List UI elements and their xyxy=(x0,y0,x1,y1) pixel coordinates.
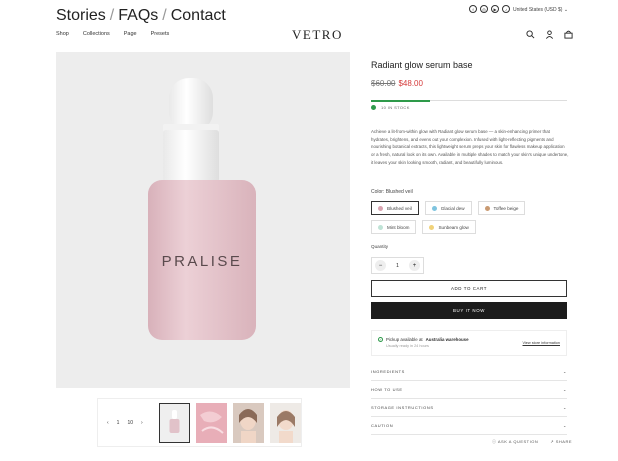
chevron-down-icon: ⌄ xyxy=(563,369,567,374)
nav-collections[interactable]: Collections xyxy=(83,31,110,37)
main-nav: Shop Collections Page Presets xyxy=(56,31,169,37)
add-to-cart-button[interactable]: ADD TO CART xyxy=(371,280,567,297)
bottle-label: PRALISE xyxy=(162,253,243,270)
minus-button[interactable]: − xyxy=(375,260,386,271)
stock-progress-fill xyxy=(371,99,430,102)
question-icon: ⓘ xyxy=(492,439,497,444)
color-swatches: Blushed veil Glacial dew Toffee beige Mi… xyxy=(371,201,569,234)
nav-page[interactable]: Page xyxy=(124,31,137,37)
top-links: Stories / FAQs / Contact xyxy=(56,7,226,25)
buy-now-button[interactable]: BUY IT NOW xyxy=(371,302,567,319)
social-icons: f ◎ ▶ ♪ xyxy=(469,5,510,13)
swatch-label: Glacial dew xyxy=(440,205,465,211)
swatch-color-icon xyxy=(431,205,437,211)
chevron-down-icon: ⌄ xyxy=(563,405,567,410)
accordion-caution[interactable]: CAUTION ⌄ xyxy=(371,417,567,435)
share-icon: ↗ xyxy=(550,439,555,444)
serum-bottle-image: PRALISE xyxy=(148,78,256,340)
accordion-label: HOW TO USE xyxy=(371,387,403,392)
ask-question-label: ASK A QUESTION xyxy=(497,439,539,444)
plus-button[interactable]: + xyxy=(409,260,420,271)
thumbnail-model-image xyxy=(233,402,264,443)
chevron-down-icon: ⌄ xyxy=(563,7,569,13)
stock-progress-bar xyxy=(371,99,567,102)
accordion-label: STORAGE INSTRUCTIONS xyxy=(371,405,434,410)
nav-presets[interactable]: Presets xyxy=(151,31,170,37)
top-link-faqs[interactable]: FAQs xyxy=(118,7,158,25)
thumbnail-texture-image xyxy=(196,402,227,443)
separator: / xyxy=(162,7,167,24)
stock-text: 10 IN STOCK xyxy=(381,105,410,110)
swatch-blushed-veil[interactable]: Blushed veil xyxy=(371,201,419,215)
quantity-stepper: − 1 + xyxy=(371,257,424,274)
check-circle-icon: ✓ xyxy=(378,337,383,342)
thumbnail-4[interactable] xyxy=(270,402,301,443)
chevron-down-icon: ⌄ xyxy=(563,387,567,392)
pickup-location: Australia warehouse xyxy=(425,337,469,342)
site-logo[interactable]: VETRO xyxy=(292,27,343,43)
thumbnail-bottle-image xyxy=(160,403,189,442)
swatch-toffee-beige[interactable]: Toffee beige xyxy=(477,201,526,215)
quantity-label: Quantity xyxy=(371,244,389,249)
nav-shop[interactable]: Shop xyxy=(56,31,69,37)
old-price: $60.00 xyxy=(371,79,396,88)
swatch-label: Mint bloom xyxy=(387,224,410,230)
accordion-label: CAUTION xyxy=(371,423,394,428)
swatch-color-icon xyxy=(378,205,383,211)
swatch-label: Sunbeam glow xyxy=(438,224,469,230)
thumbnail-model-image xyxy=(270,402,301,443)
thumbnail-1[interactable] xyxy=(159,402,190,443)
swatch-mint-bloom[interactable]: Mint bloom xyxy=(371,220,417,234)
chevron-down-icon: ⌄ xyxy=(563,423,567,428)
product-main-image[interactable]: PRALISE xyxy=(56,52,350,388)
instagram-icon[interactable]: ◎ xyxy=(480,5,488,13)
tiktok-icon[interactable]: ♪ xyxy=(502,5,510,13)
locale-selector[interactable]: United States (USD $) ⌄ xyxy=(513,7,568,13)
account-icon[interactable] xyxy=(545,30,554,39)
pickup-prefix: Pickup available at xyxy=(386,337,423,342)
color-label: Color: Blushed veil xyxy=(371,189,413,195)
youtube-icon[interactable]: ▶ xyxy=(491,5,499,13)
separator: / xyxy=(109,7,115,24)
thumbnail-2[interactable] xyxy=(196,402,227,443)
accordion-label: INGREDIENTS xyxy=(371,369,405,374)
header-icons xyxy=(526,30,573,39)
swatch-label: Blushed veil xyxy=(387,205,412,211)
product-title: Radiant glow serum base xyxy=(371,60,473,70)
accordion-ingredients[interactable]: INGREDIENTS ⌄ xyxy=(371,363,567,381)
share-label: SHARE xyxy=(555,439,572,444)
product-actions: ⓘ ASK A QUESTION ↗ SHARE xyxy=(492,439,572,445)
swatch-glacial-dew[interactable]: Glacial dew xyxy=(424,201,472,215)
next-arrow-icon[interactable]: › xyxy=(141,420,143,426)
facebook-icon[interactable]: f xyxy=(469,5,477,13)
search-icon[interactable] xyxy=(526,30,535,39)
prev-arrow-icon[interactable]: ‹ xyxy=(107,420,109,426)
top-link-contact[interactable]: Contact xyxy=(171,7,226,25)
stock-status: 10 IN STOCK xyxy=(371,105,410,110)
product-price: $60.00 $48.00 xyxy=(371,79,423,88)
cart-icon[interactable] xyxy=(564,30,573,39)
quantity-value[interactable]: 1 xyxy=(396,263,399,269)
ask-question-link[interactable]: ⓘ ASK A QUESTION xyxy=(492,439,538,445)
sale-price: $48.00 xyxy=(398,79,423,88)
product-description: Achieve a lit-from-within glow with Radi… xyxy=(371,129,569,165)
pager-current: 1 xyxy=(116,419,120,426)
pager-total: 10 xyxy=(127,419,134,426)
store-info-link[interactable]: View store information xyxy=(523,341,561,345)
swatch-label: Toffee beige xyxy=(493,205,519,211)
swatch-color-icon xyxy=(378,224,383,230)
gallery-pager: ‹ 1 10 › xyxy=(107,420,153,426)
accordion-how-to-use[interactable]: HOW TO USE ⌄ xyxy=(371,381,567,399)
thumbnail-strip: ‹ 1 10 › xyxy=(97,398,302,447)
thumbnail-3[interactable] xyxy=(233,402,264,443)
accordion-storage[interactable]: STORAGE INSTRUCTIONS ⌄ xyxy=(371,399,567,417)
swatch-color-icon xyxy=(484,205,490,211)
stock-dot-icon xyxy=(371,105,376,110)
top-link-stories[interactable]: Stories xyxy=(56,7,106,25)
share-link[interactable]: ↗ SHARE xyxy=(550,439,572,445)
locale-label: United States (USD $) xyxy=(513,7,563,13)
swatch-color-icon xyxy=(429,224,435,230)
pickup-info: ✓ Pickup available at Australia warehous… xyxy=(371,330,567,356)
swatch-sunbeam-glow[interactable]: Sunbeam glow xyxy=(422,220,476,234)
